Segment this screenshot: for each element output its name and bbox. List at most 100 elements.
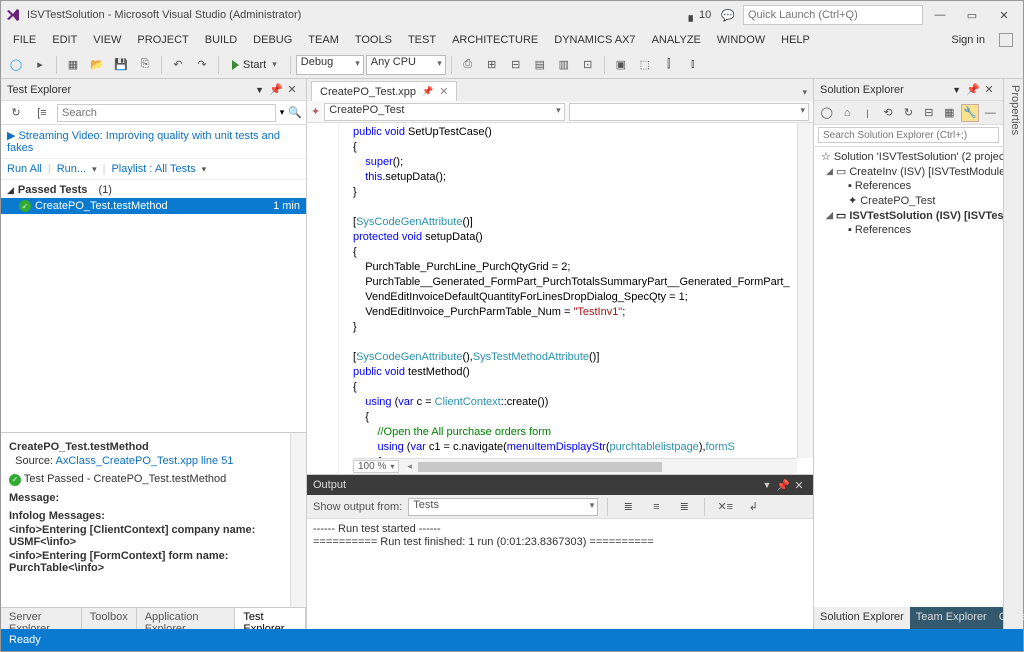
tab-server-explorer[interactable]: Server Explorer [1,608,82,629]
quick-launch-input[interactable] [743,5,923,25]
close-button[interactable]: ✕ [989,5,1019,25]
tb-icon-9[interactable]: ⫿ [658,54,680,76]
tb-icon-7[interactable]: ▣ [610,54,632,76]
se-home-icon[interactable]: ⌂ [838,104,855,122]
feedback-icon[interactable]: 💬 [721,9,735,22]
tab-app-explorer[interactable]: Application Explorer [137,608,236,629]
save-all-icon[interactable]: ⎘ [134,54,156,76]
menu-dynamics[interactable]: DYNAMICS AX7 [546,31,643,49]
output-body[interactable]: ------ Run test started ------ =========… [307,519,813,629]
redo-icon[interactable]: ↷ [191,54,213,76]
nav-back-icon[interactable]: ◯ [5,54,27,76]
doc-tab[interactable]: CreatePO_Test.xpp📌✕ [311,81,457,101]
tab-overflow-icon[interactable]: ▾ [796,84,813,101]
group-icon[interactable]: [≡ [31,102,53,124]
se-collapse-icon[interactable]: ⊟ [920,104,937,122]
nav-type-combo[interactable]: CreatePO_Test [324,103,564,121]
se-project-1[interactable]: ◢▭ CreateInv (ISV) [ISVTestModule] [814,164,1003,179]
close-panel-icon[interactable]: ✕ [284,83,300,96]
out-icon-3[interactable]: ≣ [673,496,695,518]
menu-team[interactable]: TEAM [300,31,347,49]
tb-icon-1[interactable]: ⎙ [457,54,479,76]
output-dropdown-icon[interactable]: ▼ [759,480,775,490]
start-button[interactable]: Start▾ [224,57,285,73]
nav-fwd-icon[interactable]: ▸ [29,54,51,76]
se-preview-icon[interactable]: — [982,104,999,122]
close-tab-icon[interactable]: ✕ [439,85,448,98]
save-icon[interactable]: 💾 [110,54,132,76]
out-icon-2[interactable]: ≡ [645,496,667,518]
platform-combo[interactable]: Any CPU [366,55,446,75]
menu-file[interactable]: FILE [5,31,44,49]
menu-edit[interactable]: EDIT [44,31,85,49]
playlist-link[interactable]: Playlist : All Tests [111,163,195,175]
output-source-combo[interactable]: Tests [408,498,598,516]
menu-test[interactable]: TEST [400,31,444,49]
open-icon[interactable]: 📂 [86,54,108,76]
pin-icon[interactable]: 📌 [268,83,284,96]
tab-test-explorer[interactable]: Test Explorer [235,608,306,629]
se-back-icon[interactable]: ◯ [818,104,835,122]
se-dropdown-icon[interactable]: ▼ [952,85,961,95]
undo-icon[interactable]: ↶ [167,54,189,76]
group-passed[interactable]: ◢Passed Tests (1) [1,182,306,198]
tab-solution-explorer[interactable]: Solution Explorer [814,607,910,629]
menu-architecture[interactable]: ARCHITECTURE [444,31,546,49]
pin-icon[interactable]: 📌 [422,86,433,97]
editor-hscroll[interactable]: 100 % ◂ [353,458,797,474]
hscroll-thumb[interactable] [418,462,662,472]
editor-vscroll[interactable] [797,123,813,458]
search-icon[interactable]: 🔍 [288,106,302,119]
tb-icon-4[interactable]: ▤ [529,54,551,76]
streaming-link[interactable]: Streaming Video: Improving quality with … [7,130,280,154]
se-references-1[interactable]: ▪ References [814,179,1003,193]
menu-tools[interactable]: TOOLS [347,31,400,49]
new-project-icon[interactable]: ▦ [62,54,84,76]
se-pin-icon[interactable]: 📌 [965,83,981,96]
se-refresh-icon[interactable]: ↻ [900,104,917,122]
run-all-link[interactable]: Run All [7,163,42,175]
se-properties-icon[interactable]: 🔧 [961,104,979,122]
menu-help[interactable]: HELP [773,31,818,49]
notifications[interactable]: ▖10 [689,9,712,22]
tb-icon-6[interactable]: ⊡ [577,54,599,76]
se-showall-icon[interactable]: ▦ [941,104,958,122]
avatar-icon[interactable] [999,33,1013,47]
source-link[interactable]: AxClass_CreatePO_Test.xpp line 51 [56,455,234,467]
code-content[interactable]: public void SetUpTestCase() { super(); t… [353,123,797,458]
menu-view[interactable]: VIEW [85,31,129,49]
properties-tab[interactable]: Properties [1003,79,1023,629]
maximize-button[interactable]: ▭ [957,5,987,25]
sign-in-link[interactable]: Sign in [943,31,993,49]
dropdown-icon[interactable]: ▼ [255,85,264,95]
se-class-1[interactable]: ✦ CreatePO_Test [814,193,1003,208]
se-search-input[interactable] [818,127,999,143]
se-close-icon[interactable]: ✕ [981,83,997,96]
se-sync-icon[interactable]: ⟲ [879,104,896,122]
test-item[interactable]: ✓ CreatePO_Test.testMethod 1 min [1,198,306,214]
output-pin-icon[interactable]: 📌 [775,479,791,492]
se-solution[interactable]: ☆ Solution 'ISVTestSolution' (2 projects… [814,149,1003,164]
fold-margin[interactable] [339,123,351,474]
menu-analyze[interactable]: ANALYZE [644,31,709,49]
tb-icon-5[interactable]: ▥ [553,54,575,76]
tb-icon-8[interactable]: ⬚ [634,54,656,76]
tb-icon-2[interactable]: ⊞ [481,54,503,76]
menu-debug[interactable]: DEBUG [245,31,300,49]
search-dropdown-icon[interactable]: ▾ [280,107,285,118]
tb-icon-3[interactable]: ⊟ [505,54,527,76]
code-editor[interactable]: public void SetUpTestCase() { super(); t… [307,123,813,474]
output-close-icon[interactable]: ✕ [791,479,807,492]
nav-member-combo[interactable] [569,103,809,121]
wrap-icon[interactable]: ↲ [742,496,764,518]
out-icon-1[interactable]: ≣ [617,496,639,518]
tab-team-explorer[interactable]: Team Explorer [910,607,993,629]
zoom-combo[interactable]: 100 % [353,460,399,473]
se-project-2[interactable]: ◢▭ ISVTestSolution (ISV) [ISVTestModul [814,208,1003,223]
se-references-2[interactable]: ▪ References [814,223,1003,237]
run-link[interactable]: Run... [57,163,86,175]
minimize-button[interactable]: — [925,5,955,25]
detail-scrollbar[interactable] [290,433,306,607]
config-combo[interactable]: Debug [296,55,364,75]
menu-window[interactable]: WINDOW [709,31,773,49]
